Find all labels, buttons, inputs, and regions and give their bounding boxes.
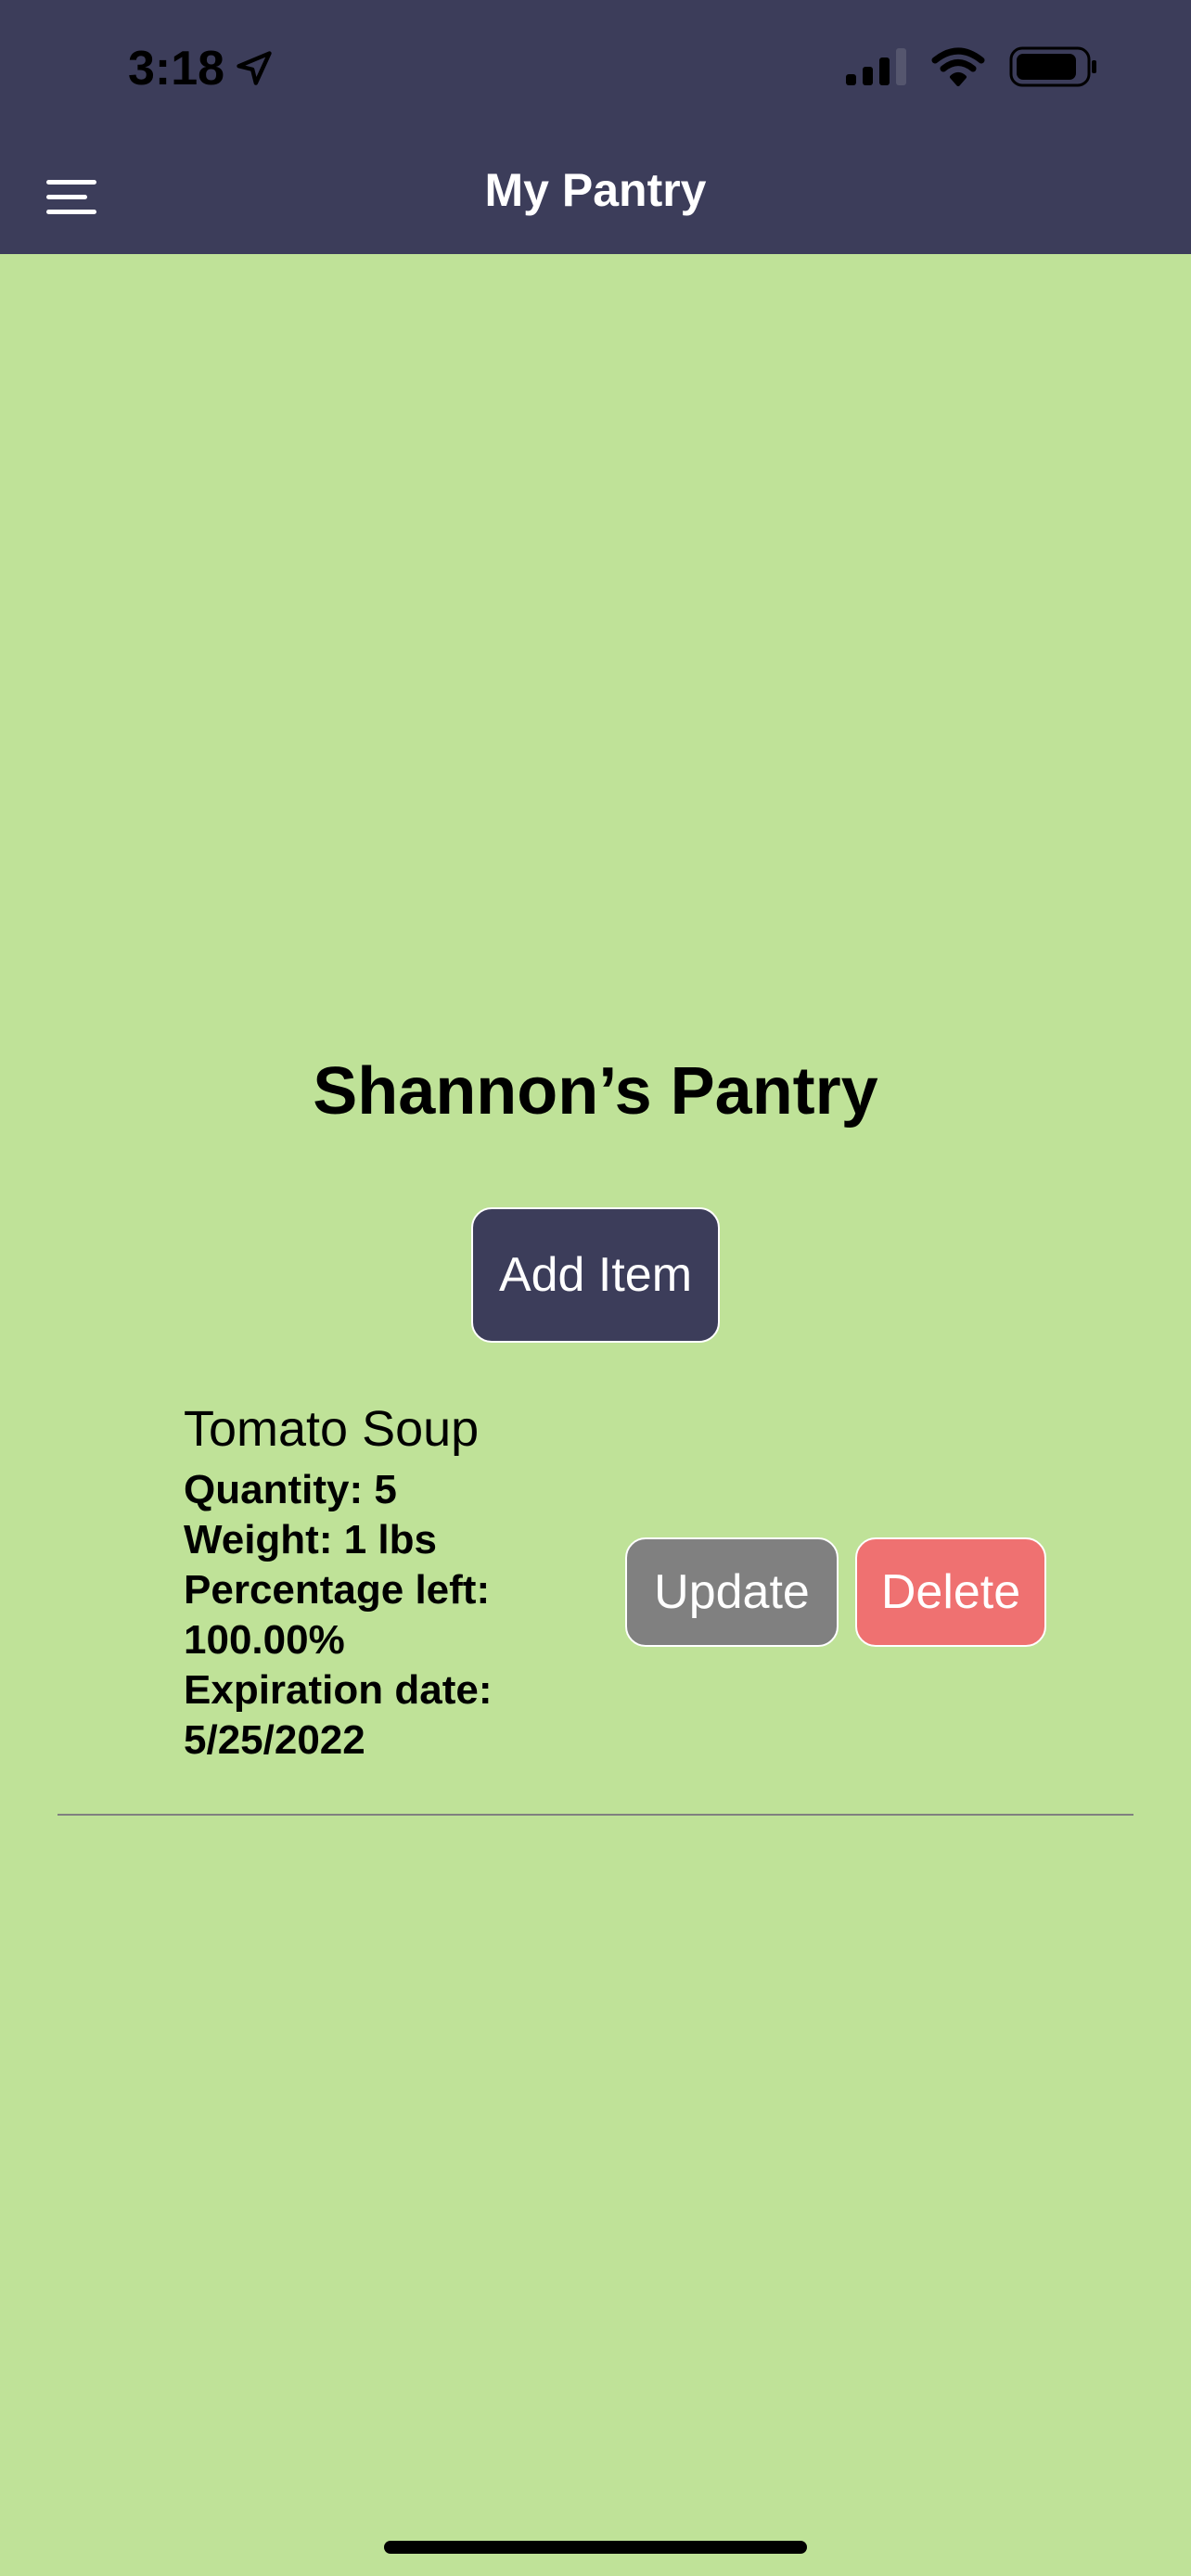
item-expiration-value: 5/25/2022 [184,1717,365,1763]
item-quantity: Quantity: 5 [184,1467,397,1512]
status-icons [846,46,1098,87]
item-percentage-label: Percentage left: [184,1567,491,1613]
battery-icon [1009,46,1096,87]
delete-button[interactable]: Delete [855,1537,1046,1647]
location-arrow-icon [237,51,272,85]
divider [58,1814,1133,1816]
wifi-icon [931,47,985,86]
status-time: 3:18 [128,41,275,96]
pantry-title: Shannon’s Pantry [313,1054,878,1129]
nav-title: My Pantry [484,164,707,216]
add-item-button[interactable]: Add Item [471,1207,720,1343]
status-bar: 3:18 [0,0,1191,139]
item-percentage-value: 100.00% [184,1617,345,1663]
status-time-text: 3:18 [128,42,225,96]
cellular-signal-icon [846,48,906,85]
item-expiration-label: Expiration date: [184,1667,493,1713]
list-item: Tomato Soup Quantity: 5 Weight: 1 lbs Pe… [184,1400,493,1766]
nav-bar: My Pantry [0,139,1191,254]
home-indicator[interactable] [384,2541,807,2554]
item-name: Tomato Soup [184,1401,480,1457]
update-button[interactable]: Update [625,1537,839,1647]
item-weight: Weight: 1 lbs [184,1517,437,1562]
